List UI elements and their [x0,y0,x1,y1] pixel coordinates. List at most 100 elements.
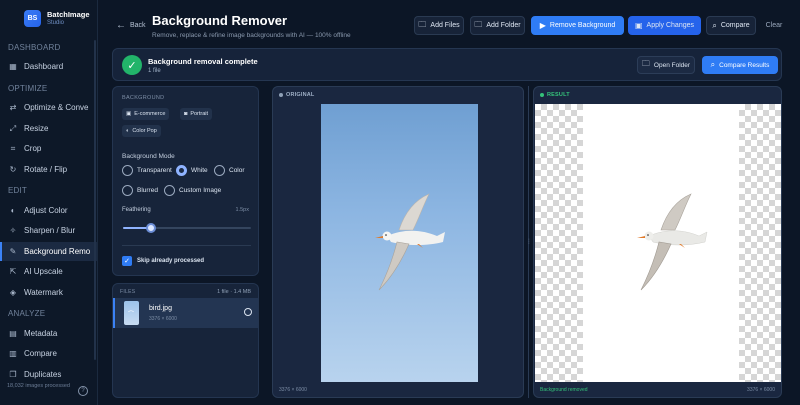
swap-arrows-icon: ⇄ [9,103,17,112]
sidebar-item-ai-upscale[interactable]: ⇱ AI Upscale [0,262,97,281]
sidebar-item-rotate[interactable]: ↻ Rotate / Flip [0,160,97,179]
sidebar-item-dashboard[interactable]: ▦ Dashboard [0,57,97,76]
apply-changes-button[interactable]: ▣ Apply Changes [628,16,701,35]
search-icon: ⌕ [712,20,717,30]
radio-dot [122,165,133,176]
preset-portrait[interactable]: ◙ Portrait [180,108,213,120]
clear-button[interactable]: Clear [760,16,788,35]
metadata-icon: ▤ [9,329,17,338]
radio-label: Blurred [137,187,158,194]
remove-background-button[interactable]: ▶ Remove Background [531,16,624,35]
preset-label: Portrait [190,111,209,117]
preset-color-pop[interactable]: ◐ Color Pop [122,125,161,137]
compare-results-label: Compare Results [719,61,770,69]
mode-color-radio[interactable]: Color [214,165,245,176]
status-dot [279,93,283,97]
file-row[interactable]: ⌒ bird.jpg 3376 × 6000 [113,298,258,328]
feathering-value: 1.5px [235,207,249,213]
app-logo: BS [24,10,41,27]
compare-icon: ▥ [9,349,17,358]
compare-button[interactable]: ⌕ Compare [706,16,756,35]
result-preview-pane: RESULT Background removed 3376 × 6000 [533,86,782,398]
bird-icon: ⌒ [128,312,135,318]
sidebar-item-label: Dashboard [24,62,64,71]
background-section-label: BACKGROUND [122,95,165,101]
add-folder-label: Add Folder [486,22,521,29]
add-files-button[interactable]: 🗀 Add Files [414,16,464,35]
sidebar-item-metadata[interactable]: ▤ Metadata [0,324,97,343]
sidebar-item-label: Resize [24,124,49,133]
back-button[interactable]: ← Back [116,20,146,31]
feathering-slider-handle[interactable] [146,223,157,233]
sidebar-item-label: Adjust Color [24,206,68,215]
files-title: FILES [120,289,136,295]
original-dimensions: 3376 × 6000 [279,387,307,393]
sidebar-item-label: Metadata [24,329,58,338]
remove-background-label: Remove Background [549,22,616,29]
checkbox-label: Skip already processed [137,258,205,264]
drag-handle-icon[interactable]: ⋮ [526,238,532,248]
help-icon[interactable]: ? [78,386,88,396]
add-folder-button[interactable]: 🗀 Add Folder [470,16,525,35]
white-background [583,104,739,382]
file-dimensions: 3376 × 6000 [149,316,177,322]
sidebar-item-background-remover[interactable]: ✎ Background Remo [0,242,97,261]
sidebar-item-crop[interactable]: ⌗ Crop [0,139,97,158]
add-files-label: Add Files [430,22,460,29]
radio-dot-selected [176,165,187,176]
save-icon: ▣ [634,21,643,30]
sidebar-item-optimize[interactable]: ⇄ Optimize & Conve [0,98,97,117]
sidebar-item-label: Compare [24,349,57,358]
sidebar-item-label: Rotate / Flip [24,165,68,174]
sidebar-item-duplicates[interactable]: ❐ Duplicates [0,365,97,384]
images-processed-count: 18,032 images processed [7,383,70,389]
background-mode-title: Background Mode [122,153,175,160]
folder-icon: 🗀 [641,59,650,68]
result-status: Background removed [540,387,588,393]
open-folder-button[interactable]: 🗀 Open Folder [637,56,695,74]
files-panel: FILES 1 file · 1.4 MB ⌒ bird.jpg 3376 × … [112,283,259,398]
file-name: bird.jpg [149,305,172,312]
app-subtitle: Studio [47,19,65,26]
resize-icon: ⤢ [9,123,17,133]
result-image-area [535,104,781,382]
status-banner: ✓ Background removal complete 1 file 🗀 O… [112,48,782,81]
pen-icon: ✎ [9,247,17,256]
image-icon: ▣ [126,111,132,117]
palette-icon: ◐ [126,128,130,134]
sidebar-item-compare[interactable]: ▥ Compare [0,344,97,363]
original-preview-pane: ORIGINAL 3376 × 6000 [272,86,524,398]
sidebar-item-label: Background Remo [24,247,91,256]
nav-section-optimize: OPTIMIZE [8,84,48,93]
sidebar-item-watermark[interactable]: ◈ Watermark [0,283,97,302]
sidebar-item-sharpen[interactable]: ✧ Sharpen / Blur [0,221,97,240]
radio-label: Transparent [137,167,172,174]
original-label-text: ORIGINAL [286,92,315,98]
preset-ecommerce[interactable]: ▣ E-commerce [122,108,170,120]
camera-icon: ◙ [184,111,188,117]
skip-processed-checkbox[interactable]: ✓ Skip already processed [122,256,204,266]
play-icon: ▶ [539,21,546,30]
grid-icon: ▦ [9,62,17,71]
mode-white-radio[interactable]: White [176,165,208,176]
sidebar-item-adjust-color[interactable]: ◐ Adjust Color [0,201,97,220]
sidebar-scrollbar[interactable] [94,40,96,360]
sidebar-item-resize[interactable]: ⤢ Resize [0,119,97,138]
mode-blurred-radio[interactable]: Blurred [122,185,158,196]
mode-transparent-radio[interactable]: Transparent [122,165,172,176]
radio-dot [122,185,133,196]
upscale-icon: ⇱ [9,267,17,276]
banner-title: Background removal complete [148,57,258,66]
open-folder-label: Open Folder [653,61,691,69]
file-thumbnail: ⌒ [124,301,139,325]
sidebar-item-label: AI Upscale [24,267,63,276]
seagull-cutout-image [637,193,708,291]
brand[interactable]: BS BatchImage Studio [24,10,90,27]
compare-results-button[interactable]: ⌕ Compare Results [702,56,778,74]
app-name: BatchImage [47,9,90,19]
sidebar-item-label: Crop [24,144,42,153]
page-title: Background Remover [152,13,288,28]
result-label-text: RESULT [547,92,570,98]
radio-dot [164,185,175,196]
mode-custom-image-radio[interactable]: Custom Image [164,185,221,196]
